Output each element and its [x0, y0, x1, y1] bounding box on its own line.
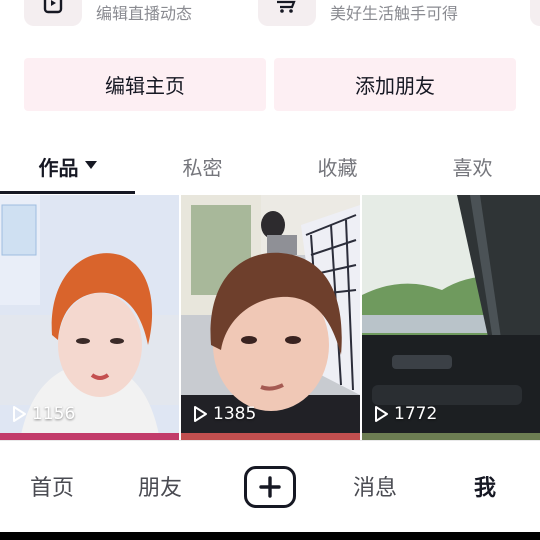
tab-favorites-label: 收藏: [317, 156, 358, 180]
video-thumbnail[interactable]: 1385: [181, 195, 360, 440]
feature-strip: 编辑直播动态 美好生活触手可得: [0, 0, 540, 40]
play-square-icon: [24, 0, 82, 26]
tab-works[interactable]: 作品: [0, 145, 135, 195]
shopping-cart-icon: [258, 0, 316, 26]
video-thumbnail[interactable]: 1772: [362, 195, 540, 440]
tab-private-label: 私密: [182, 156, 223, 180]
play-icon: [13, 406, 26, 422]
play-count: 1156: [10, 404, 75, 424]
plus-icon: [259, 476, 281, 498]
shop-entry[interactable]: 美好生活触手可得: [258, 0, 458, 30]
play-icon: [194, 406, 207, 422]
profile-actions: 编辑主页 添加朋友: [24, 58, 516, 111]
nav-me[interactable]: 我: [474, 475, 496, 503]
tab-likes-label: 喜欢: [452, 156, 493, 180]
nav-messages[interactable]: 消息: [353, 475, 397, 503]
tab-favorites[interactable]: 收藏: [270, 145, 405, 195]
edit-profile-button[interactable]: 编辑主页: [24, 58, 266, 111]
add-friends-button[interactable]: 添加朋友: [274, 58, 516, 111]
content-tabs: 作品 私密 收藏 喜欢: [0, 145, 540, 195]
tab-works-label: 作品: [38, 156, 79, 180]
shop-label: 美好生活触手可得: [330, 4, 459, 23]
tab-likes[interactable]: 喜欢: [405, 145, 540, 195]
play-icon: [375, 406, 388, 422]
live-updates-label: 编辑直播动态: [96, 4, 193, 23]
bottom-navigation: 首页 朋友 消息 我: [0, 440, 540, 532]
video-grid: 1156 1385 1772: [0, 195, 540, 440]
nav-home[interactable]: 首页: [30, 475, 74, 503]
play-count-value: 1772: [394, 404, 438, 424]
play-count-value: 1385: [213, 404, 257, 424]
play-count-value: 1156: [32, 404, 76, 424]
active-tab-indicator: [0, 191, 135, 194]
play-count: 1385: [191, 404, 256, 424]
play-count: 1772: [372, 404, 437, 424]
caret-down-icon[interactable]: [84, 161, 97, 169]
system-navigation-bar: [0, 532, 540, 540]
video-thumbnail[interactable]: 1156: [0, 195, 179, 440]
more-entry-edge[interactable]: [530, 0, 540, 26]
live-updates-entry[interactable]: 编辑直播动态: [24, 0, 192, 30]
create-button[interactable]: [244, 466, 296, 508]
tab-private[interactable]: 私密: [135, 145, 270, 195]
nav-friends[interactable]: 朋友: [138, 475, 182, 503]
